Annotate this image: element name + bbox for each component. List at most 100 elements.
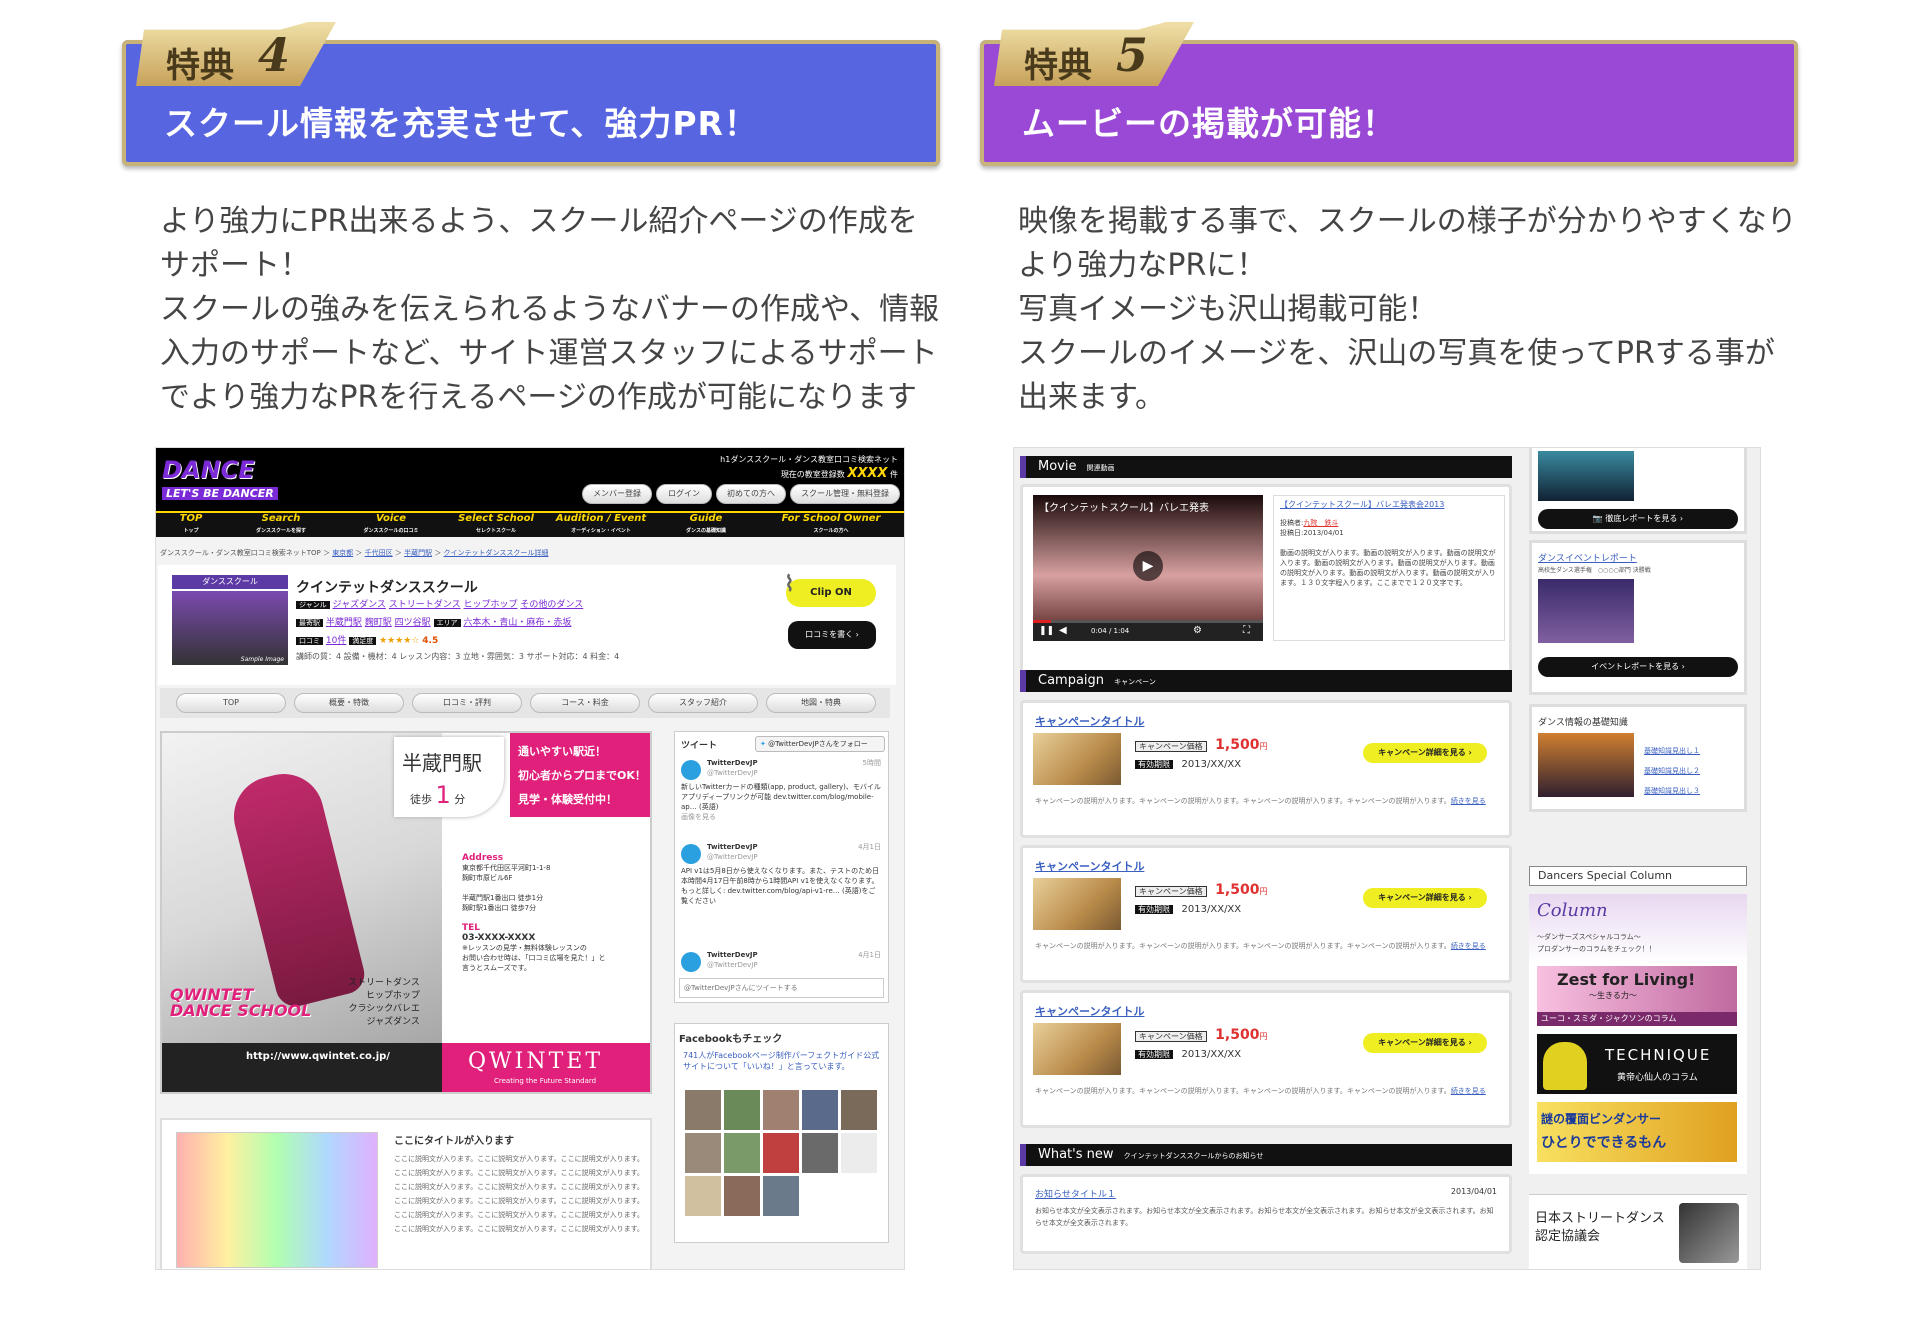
write-review-button[interactable]: 口コミを書く › [788, 621, 876, 649]
address-block: Address 東京都千代田区平河町1-1-8 麹町市原ビル6F 半蔵門駅1番出… [462, 853, 650, 973]
pause-icon[interactable]: ❚❚ [1039, 626, 1054, 636]
site-header: DANCE LET'S BE DANCER h1ダンススクール・ダンス教室口コミ… [156, 448, 904, 511]
video-player[interactable]: 【クインテットスクール】バレエ発表 ▶ ❚❚ ◀ 0:04 / 1:04 ⚙ ⛶ [1033, 495, 1263, 641]
video-progress[interactable] [1033, 620, 1263, 623]
station-link[interactable]: 四ツ谷駅 [395, 618, 431, 628]
genre-link[interactable]: ストリートダンス [389, 600, 461, 610]
campaign-title[interactable]: キャンペーンタイトル [1035, 713, 1144, 729]
genre-link[interactable]: その他のダンス [520, 600, 583, 610]
school-admin-button[interactable]: スクール管理・無料登録 [790, 484, 900, 504]
campaign-detail-button[interactable]: キャンペーン詳細を見る › [1363, 743, 1487, 763]
follow-label: @TwitterDevJPさんをフォロー [768, 740, 868, 748]
video-controls: ❚❚ ◀ 0:04 / 1:04 ⚙ ⛶ [1033, 623, 1263, 641]
paragraph-line: 出来ます。 [1018, 380, 1165, 415]
column-subtitle: 〜ダンサーズスペシャルコラム〜 [1537, 933, 1641, 941]
fullscreen-icon[interactable]: ⛶ [1243, 625, 1250, 636]
column-banner-technique[interactable]: TECHNIQUE 黄帝心仙人のコラム [1537, 1034, 1737, 1094]
basics-link[interactable]: 基礎知識見出し３ [1644, 781, 1700, 801]
breadcrumb-item[interactable]: 半蔵門駅 [404, 549, 432, 557]
section-subtitle: クインテットダンススクールからのお知らせ [1123, 1152, 1264, 1160]
tab-overview[interactable]: 概要・特徴 [294, 693, 404, 713]
tweet-more-link[interactable]: 画像を見る [681, 812, 881, 822]
login-button[interactable]: ログイン [656, 484, 712, 504]
udac-banner[interactable]: 日本ストリートダンス 認定協議会 [1529, 1194, 1747, 1269]
review-count-link[interactable]: 10件 [326, 636, 346, 646]
member-register-button[interactable]: メンバー登録 [582, 484, 652, 504]
genre-link[interactable]: ヒップホップ [463, 600, 517, 610]
tweet-avatar [681, 760, 701, 780]
column-banner-zest[interactable]: Zest for Living! 〜生きる力〜 ユーコ・スミダ・ジャクソンのコラ… [1537, 966, 1737, 1026]
breadcrumb-item[interactable]: 東京都 [332, 549, 353, 557]
section-title: What's new [1038, 1147, 1114, 1162]
report-button[interactable]: 📷 徹底レポートを見る › [1538, 509, 1738, 529]
settings-icon[interactable]: ⚙ [1193, 625, 1202, 636]
address-label: Address [462, 853, 504, 863]
tab-reviews[interactable]: 口コミ・評判 [412, 693, 522, 713]
area-link[interactable]: 六本木・青山・麻布・赤坂 [463, 618, 571, 628]
movie-info: 【クインテットスクール】バレエ発表会2013 投稿者:九院 鉄斗 投稿日:201… [1273, 495, 1505, 641]
article-title: ここにタイトルが入ります [394, 1136, 514, 1147]
price-unit: 円 [1259, 887, 1268, 896]
banner-subtitle: 黄帝心仙人のコラム [1617, 1073, 1698, 1083]
event-report-button[interactable]: イベントレポートを見る › [1538, 657, 1738, 677]
site-logo[interactable]: DANCE LET'S BE DANCER [162, 458, 352, 500]
gnav-select-school[interactable]: Select School セレクトスクール [446, 513, 546, 537]
udac-emblem [1679, 1203, 1739, 1263]
clip-on-button[interactable]: ⌇ Clip ON [784, 572, 876, 607]
movie-section-bar: Movie 関連動画 [1020, 456, 1512, 478]
period-label: 有効期限 [1135, 760, 1173, 769]
description-text: キャンペーンの説明が入ります。キャンペーンの説明が入ります。キャンペーンの説明が… [1035, 797, 1451, 805]
station-link[interactable]: 半蔵門駅 [326, 618, 362, 628]
genre-link[interactable]: ジャズダンス [333, 600, 386, 610]
gnav-top[interactable]: TOP トップ [156, 513, 226, 537]
tel-label: TEL [462, 923, 481, 933]
tweet-input[interactable] [679, 978, 884, 998]
gnav-school-owner[interactable]: For School Owner スクールの方へ [756, 513, 904, 537]
first-time-button[interactable]: 初めての方へ [716, 484, 786, 504]
genre-line: ジャズダンス [366, 1017, 420, 1027]
read-more-link[interactable]: 続きを見る [1451, 942, 1486, 950]
gnav-voice[interactable]: Voice ダンススクールの口コミ [336, 513, 446, 537]
news-title-link[interactable]: お知らせタイトル１ [1035, 1187, 1116, 1200]
tab-map[interactable]: 地図・特典 [766, 693, 876, 713]
news-section-bar: What's new クインテットダンススクールからのお知らせ [1020, 1144, 1512, 1166]
banner-subtitle: 〜生きる力〜 [1589, 991, 1637, 1000]
read-more-link[interactable]: 続きを見る [1451, 797, 1486, 805]
brand-subtitle: Creating the Future Standard [494, 1077, 597, 1085]
gnav-audition[interactable]: Audition / Event オーディション・イベント [546, 513, 656, 537]
twitter-follow-button[interactable]: ✦ @TwitterDevJPさんをフォロー [755, 736, 885, 752]
basics-link[interactable]: 基礎知識見出し１ [1644, 741, 1700, 761]
gnav-search[interactable]: Search ダンススクールを探す [226, 513, 336, 537]
movie-title-link[interactable]: 【クインテットスクール】バレエ発表会2013 [1280, 500, 1498, 510]
breadcrumb-item[interactable]: クインテットダンススクール詳細 [444, 549, 549, 557]
gnav-guide[interactable]: Guide ダンスの基礎知識 [656, 513, 756, 537]
breadcrumb-item[interactable]: 千代田区 [365, 549, 393, 557]
tab-staff[interactable]: スタッフ紹介 [648, 693, 758, 713]
twitter-widget: ツイート ✦ @TwitterDevJPさんをフォロー TwitterDevJP… [674, 731, 889, 1003]
banner-title: 謎の覆面ビンダンサー [1541, 1112, 1662, 1126]
tab-courses[interactable]: コース・料金 [530, 693, 640, 713]
play-icon[interactable]: ▶ [1133, 551, 1163, 581]
basics-link[interactable]: 基礎知識見出し２ [1644, 761, 1700, 781]
school-banner[interactable]: 半蔵門駅 徒歩 1 分 通いやすい駅近！ 初心者からプロまでOK！ 見学・体験受… [160, 731, 652, 1094]
station-link[interactable]: 麹町駅 [365, 618, 392, 628]
column-banner-mask[interactable]: 謎の覆面ビンダンサー ひとりでできるもん [1537, 1102, 1737, 1162]
benefit-4-header: 特典 4 スクール情報を充実させて、強力PR！ [122, 22, 940, 166]
campaign-title[interactable]: キャンペーンタイトル [1035, 1003, 1144, 1019]
campaign-detail-button[interactable]: キャンペーン詳細を見る › [1363, 1033, 1487, 1053]
area-label: エリア [433, 619, 461, 627]
campaign-detail-button[interactable]: キャンペーン詳細を見る › [1363, 888, 1487, 908]
event-report-title[interactable]: ダンスイベントレポート [1538, 551, 1637, 564]
campaign-title[interactable]: キャンペーンタイトル [1035, 858, 1144, 874]
banner-title: Zest for Living! [1557, 970, 1696, 989]
tab-label: 特典 [1024, 46, 1092, 86]
tab-top[interactable]: TOP [176, 693, 286, 713]
volume-icon[interactable]: ◀ [1059, 625, 1067, 636]
camera-icon: 📷 [1592, 514, 1603, 523]
breadcrumb-item[interactable]: ダンススクール・ダンス教室口コミ検索ネットTOP [160, 549, 321, 557]
station-label: 最寄駅 [296, 619, 323, 627]
news-card: お知らせタイトル１ 2013/04/01 お知らせ本文が全文表示されます。お知ら… [1020, 1174, 1512, 1254]
poster-link[interactable]: 九院 鉄斗 [1303, 519, 1338, 527]
read-more-link[interactable]: 続きを見る [1451, 1087, 1486, 1095]
price-unit: 円 [1259, 1032, 1268, 1041]
